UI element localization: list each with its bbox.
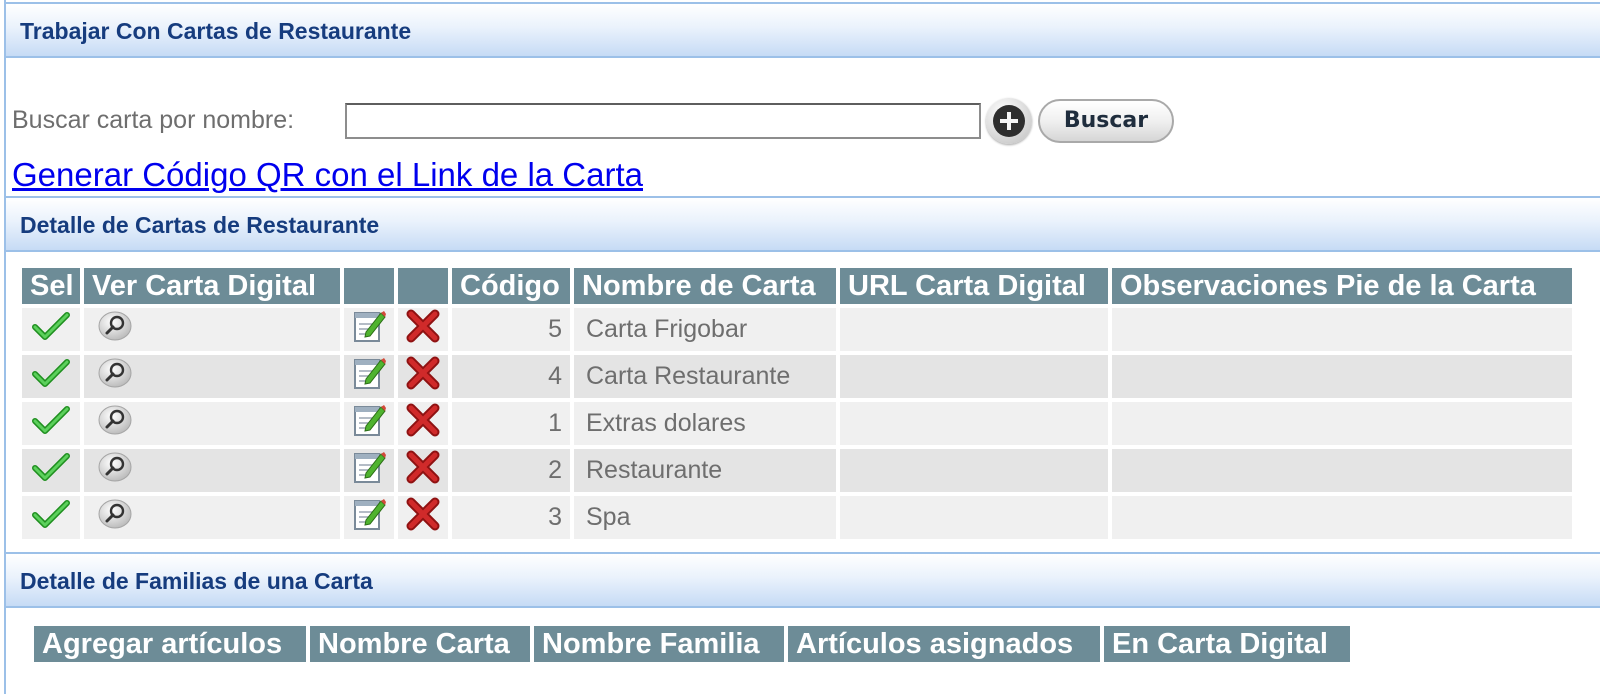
col-header-articulos-asignados[interactable]: Artículos asignados [788,626,1100,666]
edit-notepad-icon[interactable] [350,402,388,445]
section-title: Detalle de Cartas de Restaurante [20,212,380,238]
col-header-agregar-articulos[interactable]: Agregar artículos [34,626,306,666]
select-check-icon[interactable] [32,358,70,395]
col-header-en-carta-digital[interactable]: En Carta Digital [1104,626,1350,666]
cartas-table: Sel Ver Carta Digital Código Nombre de C… [18,268,1576,543]
delete-x-icon[interactable] [406,450,440,491]
table-row: 2 Restaurante [22,449,1572,496]
codigo-cell: 4 [452,355,570,402]
add-carta-button[interactable] [986,98,1032,144]
select-check-icon[interactable] [32,499,70,536]
section-header-trabajar-cartas: Trabajar Con Cartas de Restaurante [6,2,1600,58]
delete-cell [398,496,448,543]
col-header-url[interactable]: URL Carta Digital [840,268,1108,308]
edit-notepad-icon[interactable] [350,496,388,539]
col-header-ver-carta[interactable]: Ver Carta Digital [84,268,340,308]
section-header-detalle-familias: Detalle de Familias de una Carta [6,552,1600,608]
delete-x-icon[interactable] [406,403,440,444]
ver-carta-cell [84,355,340,402]
codigo-cell: 3 [452,496,570,543]
ver-carta-cell [84,449,340,496]
delete-x-icon[interactable] [406,309,440,350]
codigo-cell: 5 [452,308,570,355]
table-header-row: Sel Ver Carta Digital Código Nombre de C… [22,268,1572,308]
observaciones-cell [1112,496,1572,543]
section-title: Trabajar Con Cartas de Restaurante [20,18,412,44]
sel-cell [22,355,80,402]
table-row: 5 Carta Frigobar [22,308,1572,355]
table-header-row: Agregar artículos Nombre Carta Nombre Fa… [34,626,1350,666]
view-magnifier-icon[interactable] [96,356,134,397]
sel-cell [22,402,80,449]
col-header-nombre-familia[interactable]: Nombre Familia [534,626,784,666]
url-cell [840,308,1108,355]
col-header-edit [344,268,394,308]
nombre-cell: Restaurante [574,449,836,496]
section-header-detalle-cartas: Detalle de Cartas de Restaurante [6,196,1600,252]
edit-cell [344,449,394,496]
url-cell [840,496,1108,543]
col-header-observaciones[interactable]: Observaciones Pie de la Carta [1112,268,1572,308]
delete-cell [398,449,448,496]
col-header-codigo[interactable]: Código [452,268,570,308]
table-row: 3 Spa [22,496,1572,543]
view-magnifier-icon[interactable] [96,309,134,350]
edit-cell [344,355,394,402]
page: Trabajar Con Cartas de Restaurante Busca… [4,0,1600,694]
url-cell [840,355,1108,402]
ver-carta-cell [84,308,340,355]
select-check-icon[interactable] [32,452,70,489]
view-magnifier-icon[interactable] [96,403,134,444]
col-header-delete [398,268,448,308]
edit-notepad-icon[interactable] [350,449,388,492]
delete-x-icon[interactable] [406,497,440,538]
codigo-cell: 1 [452,402,570,449]
observaciones-cell [1112,449,1572,496]
edit-cell [344,308,394,355]
delete-cell [398,308,448,355]
section-title: Detalle de Familias de una Carta [20,568,373,594]
table-row: 4 Carta Restaurante [22,355,1572,402]
select-check-icon[interactable] [32,311,70,348]
sel-cell [22,496,80,543]
familias-table: Agregar artículos Nombre Carta Nombre Fa… [30,626,1354,666]
delete-cell [398,355,448,402]
select-check-icon[interactable] [32,405,70,442]
observaciones-cell [1112,402,1572,449]
codigo-cell: 2 [452,449,570,496]
col-header-nombre-carta[interactable]: Nombre Carta [310,626,530,666]
delete-x-icon[interactable] [406,356,440,397]
view-magnifier-icon[interactable] [96,497,134,538]
search-label: Buscar carta por nombre: [12,106,295,134]
delete-cell [398,402,448,449]
nombre-cell: Carta Frigobar [574,308,836,355]
plus-circle-icon [993,105,1025,137]
edit-cell [344,402,394,449]
edit-cell [344,496,394,543]
ver-carta-cell [84,402,340,449]
search-input[interactable] [345,103,981,139]
buscar-button[interactable]: Buscar [1038,99,1174,143]
edit-notepad-icon[interactable] [350,355,388,398]
observaciones-cell [1112,355,1572,402]
table-row: 1 Extras dolares [22,402,1572,449]
observaciones-cell [1112,308,1572,355]
edit-notepad-icon[interactable] [350,308,388,351]
view-magnifier-icon[interactable] [96,450,134,491]
col-header-sel[interactable]: Sel [22,268,80,308]
col-header-nombre[interactable]: Nombre de Carta [574,268,836,308]
url-cell [840,449,1108,496]
generar-qr-link[interactable]: Generar Código QR con el Link de la Cart… [12,156,643,194]
sel-cell [22,449,80,496]
nombre-cell: Extras dolares [574,402,836,449]
nombre-cell: Spa [574,496,836,543]
ver-carta-cell [84,496,340,543]
nombre-cell: Carta Restaurante [574,355,836,402]
url-cell [840,402,1108,449]
sel-cell [22,308,80,355]
